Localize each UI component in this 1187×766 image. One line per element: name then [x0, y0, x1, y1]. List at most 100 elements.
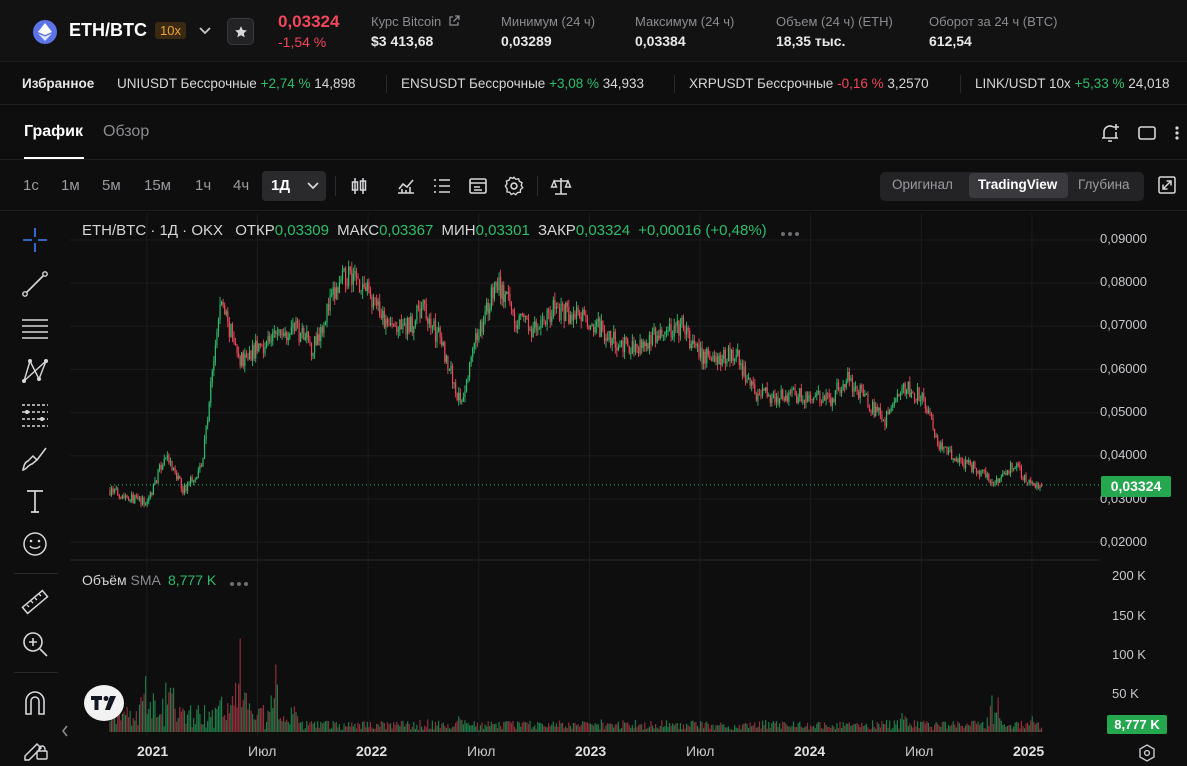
list-icon[interactable] [431, 175, 453, 197]
favorite-star-button[interactable] [227, 18, 254, 45]
zoom-in-icon[interactable] [20, 629, 50, 659]
candle-body [183, 484, 185, 494]
volume-bar [236, 707, 238, 732]
timeframe-5m[interactable]: 5м [102, 177, 121, 194]
candle-body [682, 317, 685, 331]
ticker-item[interactable]: LINK/USDT 10x +5,33 % 24,018 [975, 76, 1170, 91]
volume-bar [272, 708, 274, 732]
volume-bar [754, 722, 756, 732]
candle-body [1019, 464, 1021, 467]
candles-icon[interactable] [348, 175, 370, 197]
text-tool-icon[interactable] [20, 486, 50, 516]
emoji-icon[interactable] [20, 529, 50, 559]
volume-bar [1008, 725, 1010, 732]
window-icon[interactable] [1136, 122, 1158, 144]
candle-body [574, 313, 576, 319]
tab-overview[interactable]: Обзор [103, 123, 149, 141]
add-alert-icon[interactable] [1099, 122, 1121, 144]
ticker-item[interactable]: ENSUSDT Бессрочные +3,08 % 34,933 [401, 76, 644, 91]
candle-body [789, 392, 792, 394]
volume-bar [628, 725, 630, 732]
candle-body [1008, 470, 1010, 474]
candle-body [642, 341, 644, 349]
volume-bar [197, 705, 199, 732]
ticker-item[interactable]: UNIUSDT Бессрочные +2,74 % 14,898 [117, 76, 356, 91]
view-tradingview[interactable]: TradingView [978, 177, 1057, 192]
candle-body [943, 447, 945, 450]
volume-bar [149, 701, 151, 732]
price-chart[interactable] [70, 212, 1100, 766]
timeframe-1h[interactable]: 1ч [195, 177, 211, 194]
volume-bar [937, 723, 939, 732]
timeframe-1m[interactable]: 1м [61, 177, 80, 194]
volume-bar [1016, 721, 1018, 732]
volume-bar [823, 722, 826, 732]
candle-body [915, 399, 917, 401]
volume-bar [109, 721, 111, 732]
external-link-icon[interactable] [448, 15, 460, 27]
view-depth[interactable]: Глубина [1078, 177, 1130, 192]
timeframe-1d[interactable]: 1Д [271, 177, 290, 194]
volume-label[interactable]: Объём [82, 572, 127, 588]
chevron-down-icon[interactable] [197, 22, 213, 38]
chevron-down-icon[interactable] [304, 176, 326, 198]
stat-label-btc-rate[interactable]: Курс Bitcoin [371, 14, 460, 29]
collapse-toolbar-icon[interactable] [60, 724, 70, 743]
candle-body [971, 464, 973, 472]
brush-icon[interactable] [20, 443, 50, 473]
candle-body [831, 399, 833, 406]
volume-bar [155, 717, 158, 732]
candle-body [177, 475, 179, 480]
volume-bar [689, 726, 691, 732]
pair-name[interactable]: ETH/BTC [69, 20, 147, 41]
volume-bar [817, 721, 819, 732]
replay-icon[interactable] [467, 175, 489, 197]
lock-drawings-icon[interactable] [20, 731, 50, 761]
legend-title[interactable]: ETH/BTC · 1Д · OKX [82, 222, 223, 239]
candle-body [966, 459, 968, 463]
candle-body [146, 501, 148, 505]
chart-settings-icon[interactable] [1138, 744, 1156, 766]
candle-body [160, 464, 162, 470]
ruler-icon[interactable] [20, 587, 50, 617]
horizontal-lines-icon[interactable] [20, 312, 50, 342]
timeframe-1s[interactable]: 1с [23, 177, 39, 194]
volume-more-icon[interactable] [230, 573, 251, 589]
more-vertical-icon[interactable] [1172, 122, 1187, 144]
candle-body [444, 342, 446, 363]
candle-body [665, 331, 668, 333]
candle-body [1003, 472, 1005, 474]
compare-scale-icon[interactable] [550, 175, 572, 197]
candle-body [451, 365, 454, 384]
candle-body [149, 492, 151, 498]
view-original[interactable]: Оригинал [892, 177, 953, 192]
tab-chart[interactable]: График [24, 123, 83, 141]
indicators-icon[interactable] [395, 175, 417, 197]
candle-body [286, 332, 288, 341]
crosshair-icon[interactable] [20, 225, 50, 255]
pattern-icon[interactable] [20, 355, 50, 385]
candle-body [969, 460, 971, 465]
ticker-item[interactable]: XRPUSDT Бессрочные -0,16 % 3,2570 [689, 76, 929, 91]
favorites-label[interactable]: Избранное [22, 76, 94, 91]
volume-bar [724, 727, 726, 732]
volume-bar [247, 709, 249, 732]
candle-body [166, 455, 168, 458]
settings-gear-icon[interactable] [503, 175, 525, 197]
fullscreen-icon[interactable] [1157, 175, 1179, 197]
timeframe-15m[interactable]: 15м [144, 177, 171, 194]
legend-more-icon[interactable] [780, 223, 802, 240]
timeframe-4h[interactable]: 4ч [233, 177, 249, 194]
candle-body [441, 337, 443, 346]
candle-body [363, 284, 365, 287]
candle-body [303, 328, 305, 340]
candle-body [174, 467, 176, 473]
tradingview-logo-icon[interactable] [84, 685, 124, 721]
volume-bar [532, 726, 534, 732]
trend-line-icon[interactable] [20, 268, 50, 298]
fib-levels-icon[interactable] [20, 399, 50, 429]
volume-bar [138, 704, 141, 732]
volume-bar [876, 721, 878, 732]
magnet-icon[interactable] [20, 688, 50, 718]
volume-bar [777, 726, 779, 732]
